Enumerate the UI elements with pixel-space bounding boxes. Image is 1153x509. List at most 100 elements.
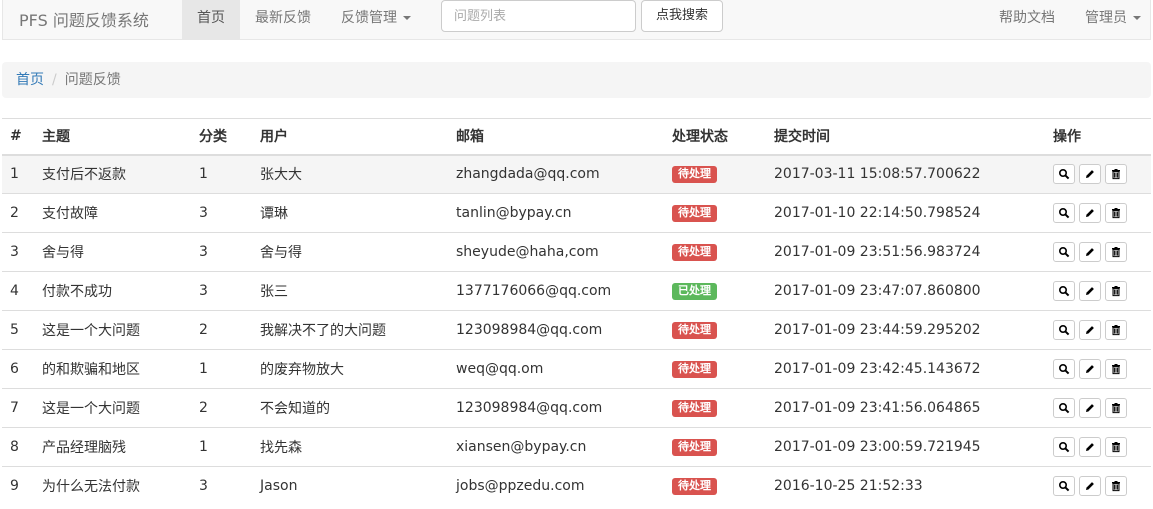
view-button[interactable] <box>1053 203 1075 223</box>
trash-icon <box>1112 325 1120 336</box>
nav-feedback-management-label: 反馈管理 <box>341 10 397 26</box>
breadcrumb-separator: / <box>52 72 57 88</box>
trash-icon <box>1112 364 1120 375</box>
nav-home[interactable]: 首页 <box>182 0 240 40</box>
nav-feedback-management[interactable]: 反馈管理 <box>341 0 411 40</box>
status-badge: 待处理 <box>672 438 717 457</box>
nav-help-docs[interactable]: 帮助文档 <box>999 0 1055 40</box>
edit-button[interactable] <box>1079 437 1101 457</box>
delete-button[interactable] <box>1105 359 1127 379</box>
cell-actions <box>1045 310 1151 350</box>
cell-status: 已处理 <box>664 271 766 311</box>
cell-submit-time: 2017-03-11 15:08:57.700622 <box>774 166 981 183</box>
view-button[interactable] <box>1053 398 1075 418</box>
delete-button[interactable] <box>1105 164 1127 185</box>
edit-button[interactable] <box>1079 320 1101 340</box>
delete-button[interactable] <box>1105 437 1127 457</box>
cell-email: 123098984@qq.com <box>448 310 664 350</box>
delete-button[interactable] <box>1105 398 1127 418</box>
nav-home-label: 首页 <box>197 10 225 26</box>
cell-category: 3 <box>191 232 252 272</box>
cell-status: 待处理 <box>664 466 766 506</box>
cell-index: 6 <box>2 349 34 389</box>
delete-button[interactable] <box>1105 203 1127 223</box>
status-badge: 待处理 <box>672 478 717 496</box>
table-row: 1 支付后不返款 1 张大大 zhangdada@qq.com 待处理 2017… <box>2 154 1151 194</box>
nav-admin-menu[interactable]: 管理员 <box>1085 0 1141 40</box>
table-row: 4 付款不成功 3 张三 1377176066@qq.com 已处理 2017-… <box>2 271 1151 311</box>
status-badge: 待处理 <box>672 321 717 340</box>
cell-subject: 为什么无法付款 <box>34 466 191 506</box>
edit-button[interactable] <box>1079 164 1101 185</box>
table-row: 5 这是一个大问题 2 我解决不了的大问题 123098984@qq.com 待… <box>2 310 1151 350</box>
status-badge: 待处理 <box>672 243 717 262</box>
table-row: 2 支付故障 3 谭琳 tanlin@bypay.cn 待处理 2017-01-… <box>2 193 1151 233</box>
pencil-icon <box>1086 443 1094 451</box>
delete-button[interactable] <box>1105 476 1127 497</box>
edit-button[interactable] <box>1079 242 1101 262</box>
header-submit-time: 提交时间 <box>766 118 1045 156</box>
view-button[interactable] <box>1053 242 1075 262</box>
view-button[interactable] <box>1053 320 1075 340</box>
table-row: 7 这是一个大问题 2 不会知道的 123098984@qq.com 待处理 2… <box>2 388 1151 428</box>
edit-button[interactable] <box>1079 359 1101 379</box>
cell-email: 123098984@qq.com <box>448 388 664 428</box>
cell-actions <box>1045 349 1151 389</box>
search-icon <box>1058 207 1070 219</box>
trash-icon <box>1112 208 1120 219</box>
feedback-table: # 主题 分类 用户 邮箱 处理状态 提交时间 操作 1 支付后不返款 1 张大… <box>2 118 1151 506</box>
edit-button[interactable] <box>1079 476 1101 497</box>
cell-category: 1 <box>191 427 252 467</box>
cell-index: 8 <box>2 427 34 467</box>
status-badge: 待处理 <box>672 399 717 418</box>
header-subject: 主题 <box>34 118 191 156</box>
search-input[interactable] <box>441 0 636 32</box>
navbar: PFS 问题反馈系统 首页 最新反馈 反馈管理 点我搜索 帮助文档 管理员 <box>2 0 1151 40</box>
edit-button[interactable] <box>1079 203 1101 223</box>
nav-help-docs-label: 帮助文档 <box>999 10 1055 26</box>
edit-button[interactable] <box>1079 398 1101 418</box>
search-icon <box>1058 363 1070 375</box>
cell-subject: 的和欺骗和地区 <box>34 349 191 389</box>
breadcrumb: 首页 / 问题反馈 <box>2 62 1151 98</box>
search-icon <box>1058 324 1070 336</box>
view-button[interactable] <box>1053 359 1075 379</box>
search-button[interactable]: 点我搜索 <box>641 0 723 32</box>
cell-subject: 这是一个大问题 <box>34 310 191 350</box>
cell-email: weq@qq.om <box>448 349 664 389</box>
delete-button[interactable] <box>1105 281 1127 301</box>
pencil-icon <box>1086 248 1094 256</box>
nav-latest-feedback[interactable]: 最新反馈 <box>255 0 311 40</box>
delete-button[interactable] <box>1105 320 1127 340</box>
status-badge: 待处理 <box>672 204 717 223</box>
cell-submit-time: 2017-01-09 23:00:59.721945 <box>766 427 1045 467</box>
cell-status: 待处理 <box>664 388 766 428</box>
breadcrumb-home-link[interactable]: 首页 <box>16 72 44 88</box>
cell-user: 张三 <box>252 271 448 311</box>
brand-title[interactable]: PFS 问题反馈系统 <box>19 7 149 31</box>
view-button[interactable] <box>1053 476 1075 497</box>
cell-submit-time: 2017-01-09 23:42:45.143672 <box>766 349 1045 389</box>
cell-index: 9 <box>2 466 34 506</box>
pencil-icon <box>1086 170 1094 179</box>
pencil-icon <box>1086 209 1094 217</box>
header-status: 处理状态 <box>664 118 766 156</box>
edit-button[interactable] <box>1079 281 1101 301</box>
cell-user: 的废弃物放大 <box>252 349 448 389</box>
nav-admin-label: 管理员 <box>1085 10 1127 26</box>
cell-status: 待处理 <box>664 193 766 233</box>
status-badge: 已处理 <box>672 282 717 301</box>
table-header-row: # 主题 分类 用户 邮箱 处理状态 提交时间 操作 <box>2 118 1151 156</box>
cell-submit-time: 2016-10-25 21:52:33 <box>766 466 1045 506</box>
cell-status: 待处理 <box>664 349 766 389</box>
delete-button[interactable] <box>1105 242 1127 262</box>
cell-email: tanlin@bypay.cn <box>448 193 664 233</box>
header-user: 用户 <box>252 118 448 156</box>
pencil-icon <box>1086 287 1094 295</box>
view-button[interactable] <box>1053 281 1075 301</box>
table-row: 8 产品经理脑残 1 找先森 xiansen@bypay.cn 待处理 2017… <box>2 427 1151 467</box>
cell-category: 2 <box>191 310 252 350</box>
view-button[interactable] <box>1053 164 1075 185</box>
cell-actions <box>1045 193 1151 233</box>
view-button[interactable] <box>1053 437 1075 457</box>
